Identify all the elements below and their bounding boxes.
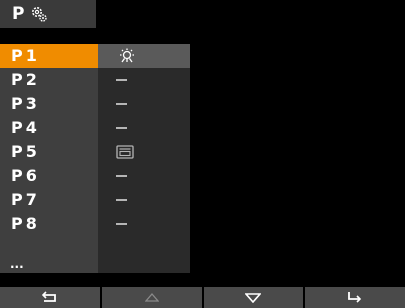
dash-icon — [98, 68, 190, 92]
list-item-p7[interactable]: P7 — [0, 188, 190, 212]
enter-button[interactable] — [305, 287, 405, 308]
back-icon — [41, 288, 58, 307]
down-arrow-icon — [244, 288, 263, 307]
dash-icon — [98, 164, 190, 188]
list-item-p1[interactable]: P1 — [0, 44, 190, 68]
light-bulb-icon — [98, 44, 190, 68]
device-icon — [98, 140, 190, 164]
list-item-p6[interactable]: P6 — [0, 164, 190, 188]
list-item-p4[interactable]: P4 — [0, 116, 190, 140]
list-item-p3[interactable]: P3 — [0, 92, 190, 116]
list-item-label: P1 — [0, 44, 98, 68]
list-item-label: P6 — [11, 166, 40, 185]
list-item-p2[interactable]: P2 — [0, 68, 190, 92]
dash-icon — [98, 116, 190, 140]
footer-bar — [0, 287, 405, 308]
more-indicator: ... — [10, 257, 24, 271]
header-tab: P — [0, 0, 96, 28]
dash-icon — [98, 92, 190, 116]
list-item-p8[interactable]: P8 — [0, 212, 190, 236]
back-button[interactable] — [0, 287, 100, 308]
enter-icon — [347, 288, 363, 307]
list-item-label: P7 — [11, 190, 40, 209]
down-button[interactable] — [203, 287, 304, 308]
list-item-p5[interactable]: P5 — [0, 140, 190, 164]
program-list: P1 P2 P3 P4 P5 P6 P7 P8 ... — [0, 44, 190, 273]
list-item-label: P2 — [11, 70, 40, 89]
up-arrow-icon — [144, 288, 160, 307]
dash-icon — [98, 212, 190, 236]
list-item-label: P5 — [11, 142, 40, 161]
list-item-label: P8 — [11, 214, 40, 233]
gear-icon — [30, 5, 48, 23]
list-item-label: P4 — [11, 118, 40, 137]
up-button[interactable] — [101, 287, 202, 308]
dash-icon — [98, 188, 190, 212]
header-title: P — [12, 4, 26, 24]
list-item-label: P3 — [11, 94, 40, 113]
